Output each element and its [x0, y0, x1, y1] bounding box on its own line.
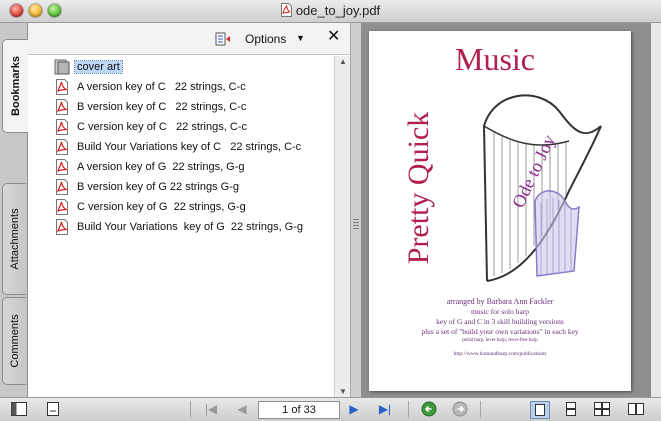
cover-line: music for solo harp	[470, 307, 530, 316]
bookmark-item[interactable]: cover art	[54, 58, 123, 76]
bookmarks-panel: Options ▼ ✕ cover art A version key of C…	[28, 23, 351, 397]
cover-line: pedal harp, lever harp, lever-free harp	[462, 338, 538, 343]
pdf-bookmark-icon	[56, 199, 69, 215]
bookmark-item[interactable]: B version key of G 22 strings G-g	[54, 178, 241, 196]
toolbar-separator	[190, 401, 191, 418]
chevron-down-icon[interactable]: ▼	[296, 33, 305, 43]
cover-arranger: arranged by Barbara Ann Fackler	[446, 297, 554, 306]
page-number-field[interactable]: 1 of 33	[258, 401, 340, 419]
sidebar-toggle-icon	[11, 402, 27, 416]
bookmark-item[interactable]: B version key of C 22 strings, C-c	[54, 98, 248, 116]
pdf-file-icon	[280, 3, 292, 17]
cover-line: key of G and C in 3 skill building versi…	[436, 317, 564, 326]
bottom-toolbar: |◀ ◀ 1 of 33 ▶ ▶|	[0, 397, 661, 421]
window-title: ode_to_joy.pdf	[295, 3, 381, 18]
last-page-button[interactable]: ▶|	[377, 401, 393, 417]
toolbar-separator	[408, 401, 409, 418]
scroll-up-icon[interactable]: ▲	[339, 57, 347, 66]
continuous-view-icon	[566, 402, 576, 416]
facing-pages-icon	[594, 402, 610, 416]
first-page-icon: |◀	[204, 402, 218, 416]
title-bar: ode_to_joy.pdf	[0, 0, 661, 23]
options-button[interactable]: Options	[245, 32, 286, 46]
tab-bookmarks[interactable]: Bookmarks	[2, 39, 28, 133]
continuous-view-button[interactable]	[563, 401, 579, 417]
pdf-bookmark-icon	[56, 139, 69, 155]
bookmark-item[interactable]: A version key of C 22 strings, C-c	[54, 78, 248, 96]
pdf-bookmark-icon	[56, 159, 69, 175]
bookmark-label: A version key of G 22 strings, G-g	[77, 161, 245, 173]
tab-comments-label: Comments	[8, 314, 21, 368]
document-view[interactable]: Music Pretty Quick Ode to Joy arranged b…	[361, 23, 651, 397]
facing-continuous-button[interactable]	[628, 401, 644, 417]
bookmark-item[interactable]: C version key of C 22 strings, C-c	[54, 118, 249, 136]
page-thumbnail-icon	[54, 59, 70, 75]
forward-arrow-icon	[452, 401, 468, 417]
single-page-view-button[interactable]	[530, 401, 550, 419]
pdf-bookmark-icon	[56, 79, 69, 95]
close-panel-button[interactable]: ✕	[327, 28, 340, 46]
bookmark-item[interactable]: A version key of G 22 strings, G-g	[54, 158, 247, 176]
scroll-down-icon[interactable]: ▼	[339, 387, 347, 396]
page-icon	[47, 402, 59, 416]
pdf-bookmark-icon	[56, 179, 69, 195]
cover-url: http://www.homandharp.com/publications	[453, 351, 547, 357]
first-page-button[interactable]: |◀	[203, 401, 219, 417]
bookmark-item[interactable]: C version key of G 22 strings, G-g	[54, 198, 248, 216]
cover-line: plus a set of "build your own variations…	[421, 327, 579, 336]
bookmark-label: B version key of C 22 strings, C-c	[77, 101, 247, 113]
facing-pages-button[interactable]	[594, 401, 610, 417]
cover-title-pretty-quick: Pretty Quick	[402, 111, 435, 265]
tab-attachments[interactable]: Attachments	[2, 183, 26, 295]
next-page-icon: ▶	[349, 402, 359, 416]
toggle-sidebar-button[interactable]	[10, 401, 28, 417]
toolbar-separator	[480, 401, 481, 418]
pdf-bookmark-icon	[56, 99, 69, 115]
single-page-button[interactable]	[45, 401, 61, 417]
bookmark-label: C version key of C 22 strings, C-c	[77, 121, 247, 133]
back-arrow-icon	[421, 401, 437, 417]
tab-bookmarks-label: Bookmarks	[9, 56, 22, 116]
cover-title-music: Music	[455, 41, 535, 77]
bookmark-label: cover art	[74, 60, 123, 74]
options-menu-icon[interactable]	[215, 32, 231, 46]
tab-comments[interactable]: Comments	[2, 297, 26, 385]
window-title-group: ode_to_joy.pdf	[0, 3, 661, 18]
facing-continuous-icon	[628, 403, 644, 415]
sidebar-tabs: Bookmarks Attachments Comments	[0, 23, 28, 397]
pdf-bookmark-icon	[56, 219, 69, 235]
bookmark-item[interactable]: Build Your Variations key of G 22 string…	[54, 218, 305, 236]
bookmark-label: B version key of G 22 strings G-g	[77, 181, 240, 193]
pdf-bookmark-icon	[56, 119, 69, 135]
go-forward-button[interactable]	[452, 401, 468, 417]
bookmark-label: Build Your Variations key of C 22 string…	[77, 141, 302, 153]
last-page-icon: ▶|	[378, 402, 392, 416]
bookmark-label: Build Your Variations key of G 22 string…	[77, 221, 304, 233]
next-page-button[interactable]: ▶	[348, 401, 360, 417]
document-scrollbar[interactable]	[651, 23, 661, 397]
bookmark-label: C version key of G 22 strings, G-g	[77, 201, 246, 213]
bookmarks-panel-header: Options ▼ ✕	[28, 23, 350, 55]
bookmark-list: cover art A version key of C 22 strings,…	[28, 56, 334, 397]
previous-page-icon: ◀	[237, 402, 247, 416]
pdf-page: Music Pretty Quick Ode to Joy arranged b…	[369, 31, 631, 391]
previous-page-button[interactable]: ◀	[236, 401, 248, 417]
splitter-grip-icon[interactable]	[353, 219, 359, 231]
bookmark-item[interactable]: Build Your Variations key of C 22 string…	[54, 138, 303, 156]
go-back-button[interactable]	[421, 401, 437, 417]
single-page-view-icon	[535, 404, 545, 416]
bookmark-label: A version key of C 22 strings, C-c	[77, 81, 246, 93]
tab-attachments-label: Attachments	[8, 208, 21, 270]
bookmarks-scrollbar[interactable]: ▲ ▼	[334, 56, 351, 397]
